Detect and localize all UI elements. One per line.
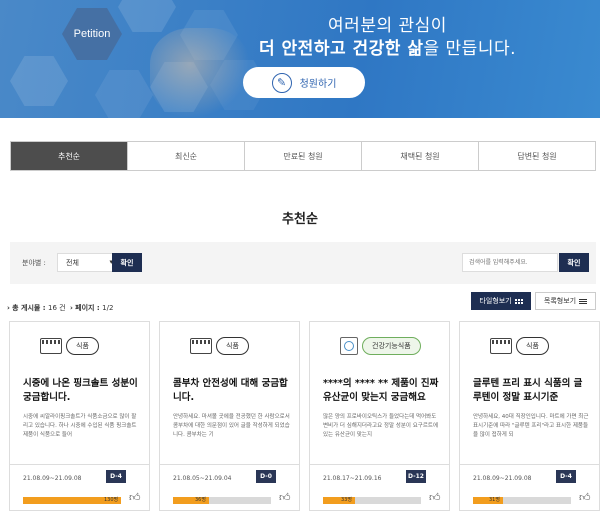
card-title: 콤부차 안전성에 대해 궁금합니다. <box>173 378 288 403</box>
thumbs-up-icon[interactable]: 👍︎ <box>279 492 291 504</box>
petition-card[interactable]: 식품 시중에 나온 핑크솔트 성분이 궁금합니다. 시중에 씨알라이핑크솔트가 … <box>9 321 150 511</box>
card-period: 21.08.09~21.09.08 <box>23 475 82 482</box>
petition-card[interactable]: 식품 콤부차 안전성에 대해 궁금합니다. 안녕하세요. 마셔볼 곳에을 전공했… <box>159 321 300 511</box>
pencil-icon: ✎ <box>271 72 292 93</box>
food-category-icon <box>40 338 62 354</box>
total-value: 16 건 <box>48 304 66 312</box>
dday-badge: D-0 <box>256 470 276 483</box>
banner-headline-1: 여러분의 관심이 <box>328 16 447 36</box>
card-period: 21.08.09~21.09.08 <box>473 475 532 482</box>
card-divider <box>160 464 299 465</box>
page-title: 추천순 <box>282 212 318 227</box>
card-excerpt: 많은 양의 프로바이오틱스가 들었다는데 먹어봐도 변비가 더 심해지더라고요 … <box>323 414 439 438</box>
card-title: 시중에 나온 핑크솔트 성분이 궁금합니다. <box>23 378 138 403</box>
dday-badge: D-12 <box>406 470 426 483</box>
category-confirm-button[interactable]: 확인 <box>112 253 142 272</box>
card-excerpt: 시중에 씨알라이핑크솔트가 식품소금으로 많이 팔리고 있습니다. 하나 시중에… <box>23 414 137 438</box>
progress-count: 36명 <box>195 497 206 503</box>
category-badge: 식품 <box>66 337 99 355</box>
progress-count: 33명 <box>341 497 352 503</box>
progress-count: 31명 <box>489 497 500 503</box>
card-excerpt: 안녕하세요. 마셔볼 곳에을 전공했던 한 사람으로서 콤부차에 대한 의문점이… <box>173 414 290 438</box>
agreement-progress: 36명 <box>173 497 271 504</box>
agreement-progress: 33명 <box>323 497 421 504</box>
search-input[interactable] <box>462 253 558 272</box>
card-category: 식품 <box>190 337 249 355</box>
food-category-icon <box>190 338 212 354</box>
result-summary: › 총 게시물 : 16 건 › 페이지 : 1/2 <box>7 303 113 313</box>
card-category: 식품 <box>40 337 99 355</box>
grid-icon <box>514 298 523 304</box>
tab-adopted[interactable]: 채택된 청원 <box>362 142 479 170</box>
card-divider <box>310 464 449 465</box>
banner-headline-bold: 더 안전하고 건강한 삶 <box>258 39 424 59</box>
category-badge: 식품 <box>216 337 249 355</box>
tab-latest[interactable]: 최신순 <box>128 142 245 170</box>
dday-badge: D-4 <box>106 470 126 483</box>
hero-banner: Petition 여러분의 관심이 더 안전하고 건강한 삶을 만듭니다. ✎ … <box>0 0 600 118</box>
search-confirm-button[interactable]: 확인 <box>559 253 589 272</box>
arrow-icon: › <box>7 304 10 312</box>
card-excerpt: 안녕하세요, 40대 직장인입니다. 마트에 가면 최근 표시기준에 따라 "글… <box>473 414 589 438</box>
create-petition-button[interactable]: ✎ 청원하기 <box>243 67 365 98</box>
thumbs-up-icon[interactable]: 👍︎ <box>129 492 141 504</box>
category-filter-label: 분야별 : <box>22 259 46 267</box>
list-view-button[interactable]: 목록형보기 <box>535 292 596 310</box>
banner-headline-rest: 을 만듭니다. <box>423 39 517 59</box>
card-category: 건강기능식품 <box>340 337 421 355</box>
tile-view-label: 타일형보기 <box>479 297 512 305</box>
tab-expired[interactable]: 만료된 청원 <box>245 142 362 170</box>
agreement-progress: 130명 <box>23 497 121 504</box>
card-title: 글루텐 프리 표시 식품의 글루텐이 정말 표시기준 <box>473 378 583 403</box>
health-supplement-icon <box>340 337 358 355</box>
card-divider <box>10 464 149 465</box>
card-divider <box>460 464 599 465</box>
thumbs-up-icon[interactable]: 👍︎ <box>579 492 591 504</box>
tab-answered[interactable]: 답변된 청원 <box>479 142 595 170</box>
tile-view-button[interactable]: 타일형보기 <box>471 292 531 310</box>
category-select-value: 전체 <box>66 258 79 267</box>
tab-recommended[interactable]: 추천순 <box>11 142 128 170</box>
card-category: 식품 <box>490 337 549 355</box>
dday-badge: D-4 <box>556 470 576 483</box>
agreement-progress: 31명 <box>473 497 571 504</box>
category-badge: 식품 <box>516 337 549 355</box>
card-period: 21.08.05~21.09.04 <box>173 475 232 482</box>
category-badge: 건강기능식품 <box>362 337 421 355</box>
food-category-icon <box>490 338 512 354</box>
petition-card[interactable]: 식품 글루텐 프리 표시 식품의 글루텐이 정말 표시기준 안녕하세요, 40대… <box>459 321 600 511</box>
page-label: 페이지 : <box>75 304 103 312</box>
card-title: ****의 **** ** 제품이 진짜 유산균이 맞는지 궁금해요 <box>323 378 439 403</box>
create-petition-label: 청원하기 <box>299 79 337 90</box>
total-label: 총 게시물 : <box>12 304 48 312</box>
list-view-label: 목록형보기 <box>543 297 577 305</box>
hex-decoration <box>95 70 153 118</box>
category-select[interactable]: 전체 ▾ <box>57 253 120 272</box>
filter-bar: 분야별 : 전체 ▾ 확인 확인 <box>10 242 596 284</box>
thumbs-up-icon[interactable]: 👍︎ <box>429 492 441 504</box>
page-value: 1/2 <box>102 304 114 312</box>
card-period: 21.08.17~21.09.16 <box>323 475 382 482</box>
petition-card[interactable]: 건강기능식품 ****의 **** ** 제품이 진짜 유산균이 맞는지 궁금해… <box>309 321 450 511</box>
hex-decoration <box>10 56 68 106</box>
banner-headline-2: 더 안전하고 건강한 삶을 만듭니다. <box>0 34 600 59</box>
progress-count: 130명 <box>104 497 119 503</box>
list-icon <box>579 298 588 304</box>
arrow-icon: › <box>70 304 73 312</box>
sort-tabs: 추천순 최신순 만료된 청원 채택된 청원 답변된 청원 <box>10 141 596 171</box>
